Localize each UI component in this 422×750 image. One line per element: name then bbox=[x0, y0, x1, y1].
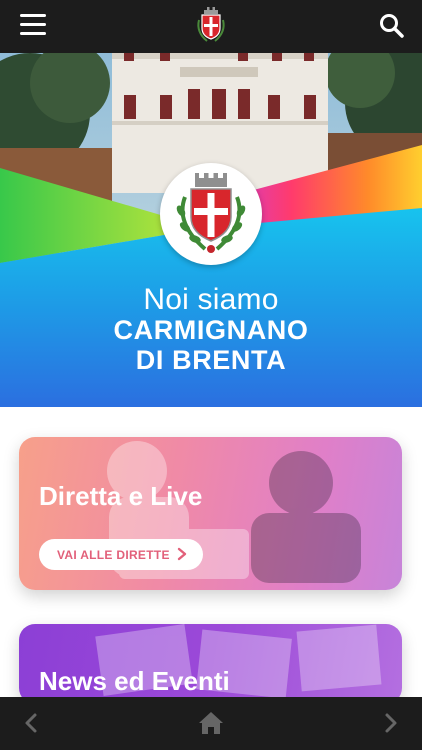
chevron-left-icon[interactable] bbox=[20, 711, 42, 735]
emblem-badge bbox=[160, 163, 262, 265]
go-to-live-button[interactable]: VAI ALLE DIRETTE bbox=[39, 539, 203, 570]
coat-of-arms-logo[interactable] bbox=[193, 6, 229, 46]
hero-banner: Noi siamo CARMIGNANO DI BRENTA bbox=[0, 53, 422, 407]
card-title-news: News ed Eventi bbox=[39, 666, 230, 696]
hero-city-name-line1: CARMIGNANO bbox=[113, 315, 309, 345]
coat-of-arms-emblem bbox=[176, 173, 246, 253]
home-icon[interactable] bbox=[197, 710, 225, 736]
hero-tagline: Noi siamo bbox=[143, 283, 279, 316]
chevron-right-icon bbox=[177, 547, 187, 561]
bottom-navigation-bar bbox=[0, 697, 422, 750]
top-app-bar bbox=[0, 0, 422, 53]
chevron-right-icon[interactable] bbox=[380, 711, 402, 735]
go-to-live-label: VAI ALLE DIRETTE bbox=[57, 548, 170, 562]
hamburger-menu-icon[interactable] bbox=[20, 14, 46, 36]
card-title-live: Diretta e Live bbox=[39, 481, 203, 511]
search-icon[interactable] bbox=[378, 12, 406, 40]
news-events-card[interactable]: News ed Eventi bbox=[19, 624, 402, 704]
live-streams-card[interactable]: Diretta e Live VAI ALLE DIRETTE bbox=[19, 437, 402, 590]
hero-city-name-line2: DI BRENTA bbox=[135, 345, 287, 375]
